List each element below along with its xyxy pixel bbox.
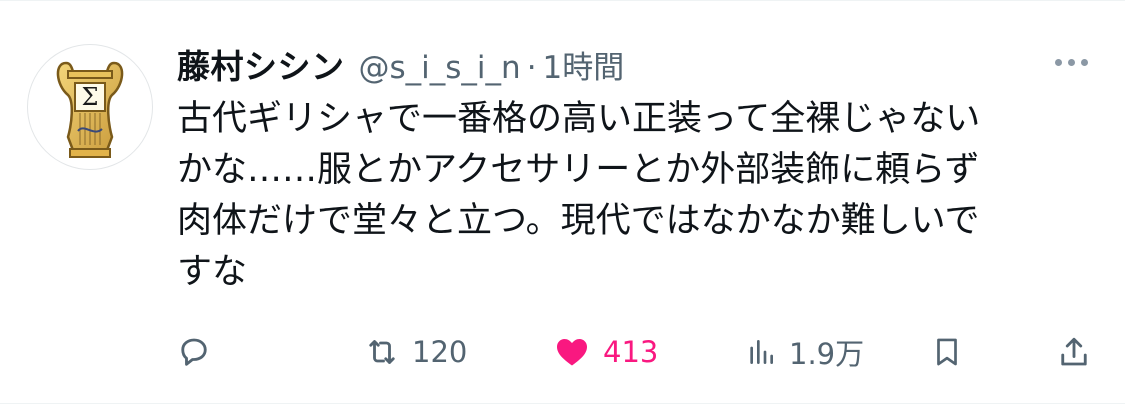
like-count: 413 [603,335,659,369]
reply-icon [181,338,207,366]
retweet-count: 120 [412,335,468,369]
more-options-icon[interactable] [1048,44,1094,80]
action-bar: 120 413 1.9万 [0,328,1125,376]
bookmark-icon [937,338,957,366]
timestamp[interactable]: 1時間 [543,42,625,87]
top-divider [0,0,1125,1]
user-handle[interactable]: @s_i_s_i_n [359,50,521,86]
heart-icon [557,338,587,366]
share-icon [1061,337,1087,366]
avatar-sigma: Σ [82,83,99,111]
separator-dot: · [526,50,537,86]
lyre-icon: Σ [56,61,124,158]
reply-button[interactable] [176,328,212,376]
share-button[interactable] [1056,328,1092,376]
views-button[interactable]: 1.9万 [745,328,864,376]
retweet-icon [369,340,395,364]
tweet-text: 古代ギリシャで一番格の高い正装って全裸じゃない かな……服とかアクセサリーとか外… [177,99,981,292]
retweet-button[interactable]: 120 [364,328,467,376]
tweet-header: 藤村シシン @s_i_s_i_n · 1時間 [177,40,624,88]
display-name[interactable]: 藤村シシン [177,40,345,88]
avatar[interactable]: Σ [27,44,153,170]
bookmark-button[interactable] [930,328,964,376]
views-count: 1.9万 [789,337,865,371]
bottom-divider [0,403,1125,404]
like-button[interactable]: 413 [553,328,658,376]
views-icon [750,340,773,364]
